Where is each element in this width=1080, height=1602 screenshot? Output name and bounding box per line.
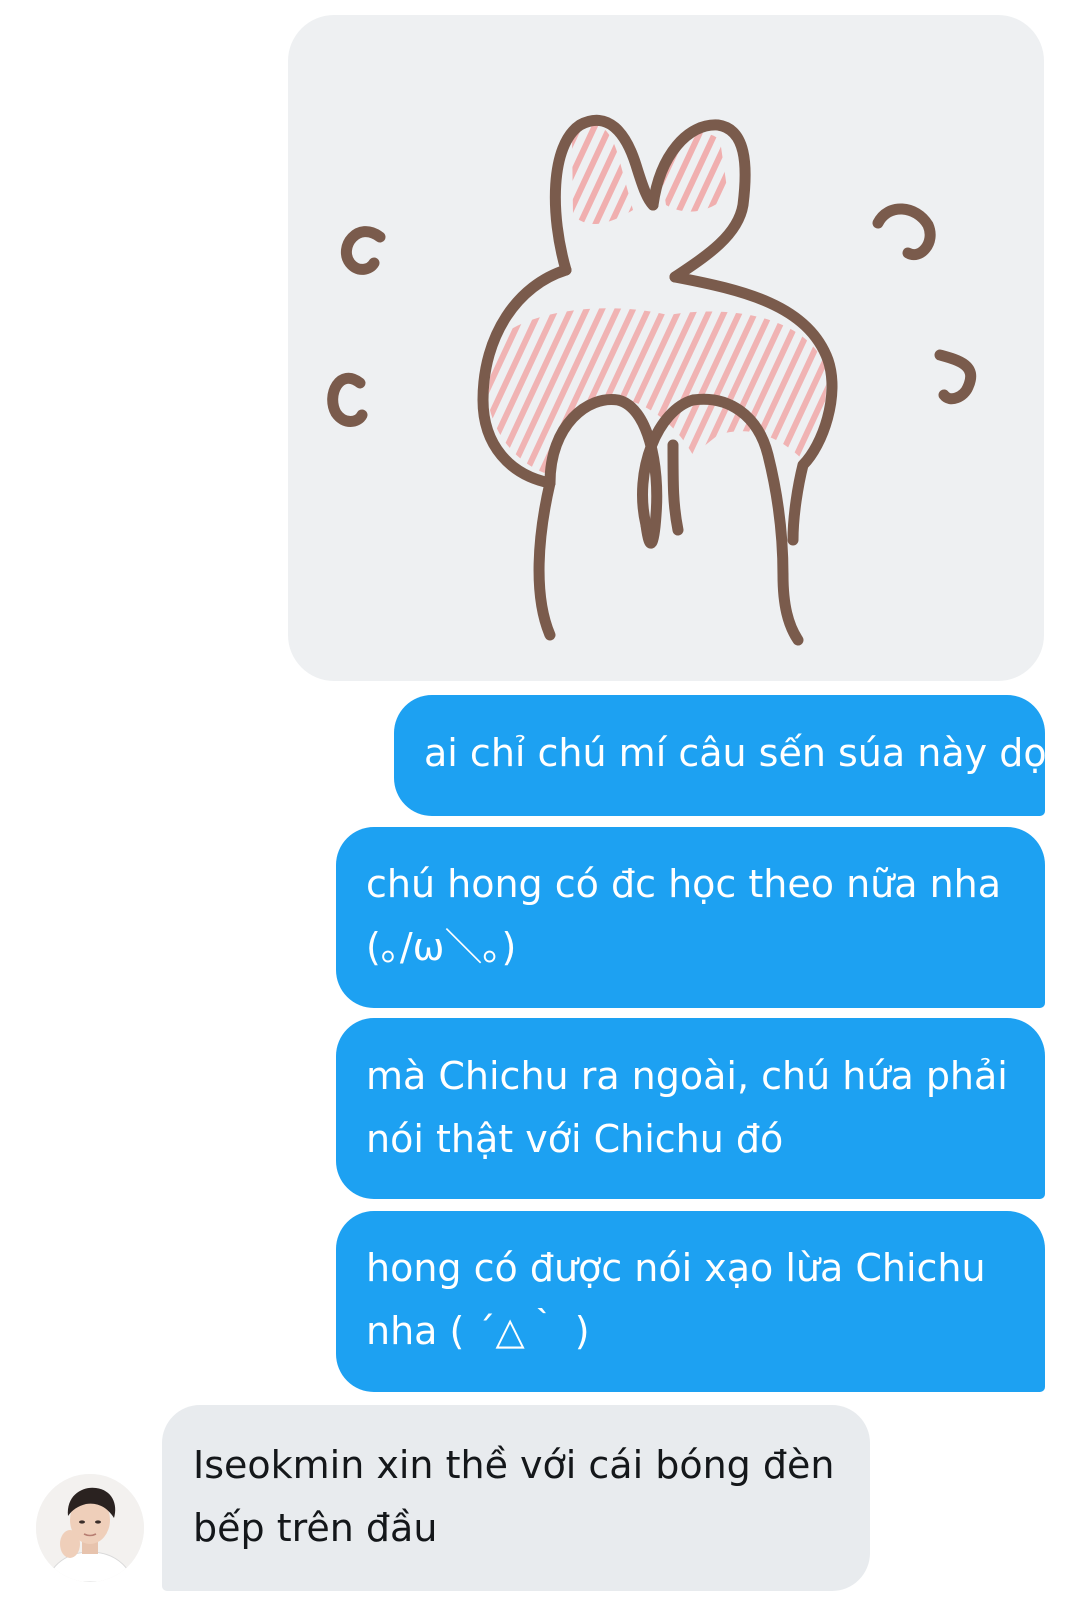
message-text: Iseokmin xin thề với cái bóng đèn bbox=[193, 1443, 835, 1487]
message-text: nha ( ´△｀ ) bbox=[366, 1309, 590, 1353]
user-avatar-photo-icon bbox=[36, 1474, 144, 1582]
message-text: mà Chichu ra ngoài, chú hứa phải bbox=[366, 1054, 1008, 1098]
bunny-sticker-icon bbox=[327, 114, 976, 646]
outgoing-message[interactable]: hong có được nói xạo lừa Chichu nha ( ´△… bbox=[336, 1211, 1045, 1392]
outgoing-message[interactable]: ai chỉ chú mí câu sến súa này dọ bbox=[394, 695, 1047, 816]
message-text: ai chỉ chú mí câu sến súa này dọ bbox=[424, 731, 1047, 775]
outgoing-message[interactable]: mà Chichu ra ngoài, chú hứa phải nói thậ… bbox=[336, 1018, 1045, 1199]
incoming-message[interactable]: Iseokmin xin thề với cái bóng đèn bếp tr… bbox=[162, 1405, 870, 1591]
message-text: (｡/ω＼｡) bbox=[366, 925, 517, 969]
message-text: chú hong có đc học theo nữa nha bbox=[366, 862, 1002, 906]
sticker-message[interactable] bbox=[288, 15, 1044, 681]
message-text: nói thật với Chichu đó bbox=[366, 1117, 784, 1161]
message-text: bếp trên đầu bbox=[193, 1506, 438, 1550]
sender-avatar[interactable] bbox=[36, 1474, 144, 1582]
outgoing-message[interactable]: chú hong có đc học theo nữa nha (｡/ω＼｡) bbox=[336, 827, 1045, 1008]
message-text: hong có được nói xạo lừa Chichu bbox=[366, 1246, 986, 1290]
